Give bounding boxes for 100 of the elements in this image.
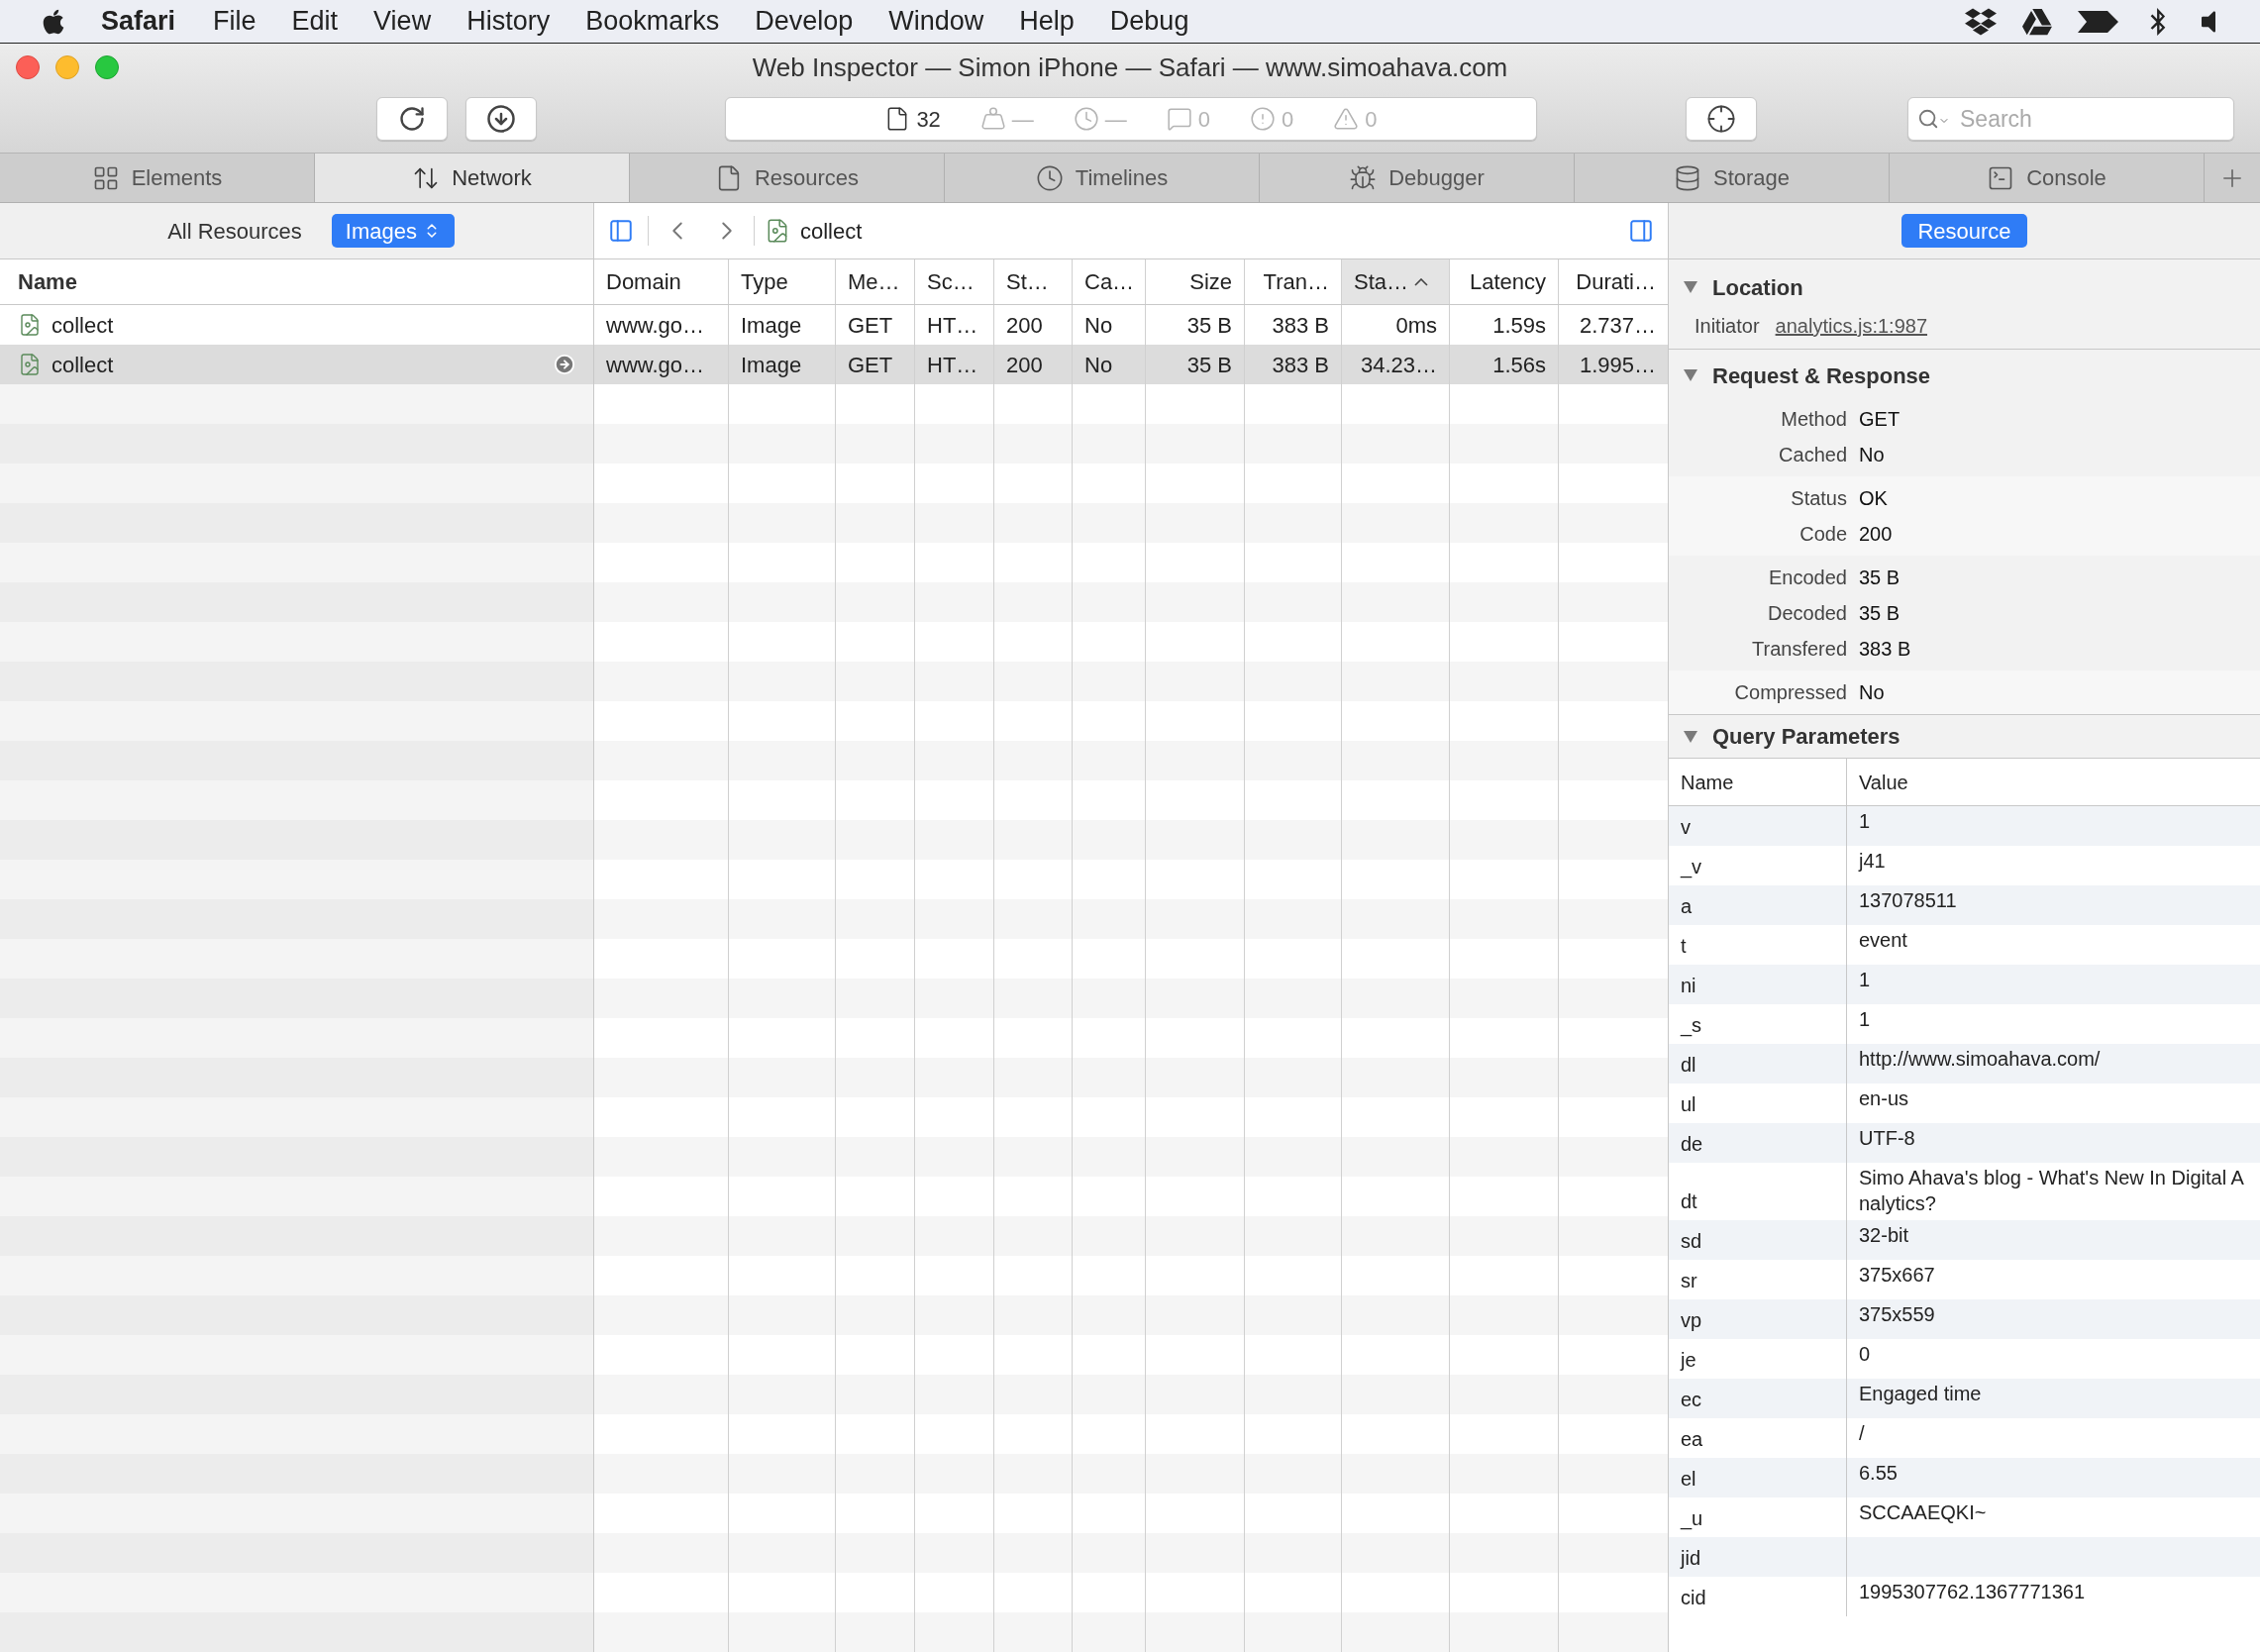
- parameter-value: UTF-8: [1859, 1127, 1915, 1149]
- table-cell-text: www.go…: [606, 351, 705, 379]
- table-row[interactable]: www.go… Image GET HT… 200 No 35 B 383 B 34.23… 1.56s 1.995…: [594, 345, 1668, 384]
- parameter-name: ul: [1681, 1092, 1696, 1117]
- column-header[interactable]: Ca…: [1073, 259, 1146, 304]
- parameter-value: 375x559: [1859, 1303, 1935, 1325]
- parameter-name: vp: [1681, 1308, 1702, 1333]
- indicator-count: 32: [916, 105, 941, 134]
- parameter-name: t: [1681, 934, 1687, 959]
- menu-item[interactable]: File: [213, 1, 257, 42]
- field-value: 383 B: [1859, 637, 1911, 662]
- column-header[interactable]: Latency: [1450, 259, 1559, 304]
- drive-icon[interactable]: [2022, 6, 2052, 37]
- column-header[interactable]: Value: [1847, 759, 2260, 805]
- column-header[interactable]: Me…: [836, 259, 915, 304]
- menu-item[interactable]: History: [466, 1, 551, 42]
- sidebar-toggle-icon[interactable]: [608, 217, 634, 245]
- parameter-value: 0: [1859, 1343, 1871, 1365]
- column-header[interactable]: Type: [729, 259, 836, 304]
- menu-item[interactable]: View: [373, 1, 432, 42]
- field-label: Cached: [1778, 443, 1847, 467]
- table-cell-text: Image: [741, 311, 802, 340]
- breadcrumb[interactable]: collect: [800, 214, 863, 248]
- warning-icon: [1333, 106, 1360, 132]
- field-label: Initiator: [1695, 314, 1760, 339]
- parameter-name: cid: [1681, 1586, 1706, 1610]
- table-cell-text: 35 B: [1186, 311, 1232, 340]
- parameter-name: sr: [1681, 1269, 1697, 1293]
- table-cell-text: 383 B: [1272, 351, 1329, 379]
- table-cell-text: 34.23…: [1360, 351, 1437, 379]
- table-cell-text: HT…: [927, 311, 978, 340]
- section-title[interactable]: Query Parameters: [1712, 720, 1900, 753]
- column-header[interactable]: Size: [1146, 259, 1245, 304]
- indicator-count: —: [1104, 105, 1127, 134]
- table-cell-text: GET: [848, 351, 893, 379]
- disclosure-triangle-icon[interactable]: [1683, 368, 1698, 382]
- column-header[interactable]: Domain: [594, 259, 729, 304]
- parameter-name: dl: [1681, 1053, 1696, 1078]
- menu-item[interactable]: Window: [888, 1, 984, 42]
- parameter-name: a: [1681, 894, 1693, 919]
- field-label: Status: [1790, 486, 1847, 511]
- table-cell-text: 35 B: [1186, 351, 1232, 379]
- menu-item[interactable]: Help: [1019, 1, 1075, 42]
- parameter-value: 1: [1859, 810, 1871, 832]
- inspect-button[interactable]: [1686, 97, 1757, 141]
- reload-icon: [398, 105, 426, 133]
- table-cell-text: 1.995…: [1579, 351, 1656, 379]
- field-label: Encoded: [1768, 566, 1847, 590]
- details-toggle-icon[interactable]: [1628, 217, 1654, 245]
- table-cell-text: Image: [741, 351, 802, 379]
- filter-option[interactable]: All Resources: [154, 214, 316, 248]
- column-header[interactable]: Sc…: [915, 259, 994, 304]
- exclamation-circle-icon: [1250, 106, 1277, 132]
- parameter-value: event: [1859, 929, 1907, 951]
- column-header[interactable]: Sta…: [1342, 259, 1450, 304]
- tab[interactable]: Network: [315, 154, 630, 202]
- filter-option[interactable]: Images: [331, 214, 455, 248]
- close-window-button[interactable]: [16, 55, 40, 79]
- parameter-name: _v: [1681, 855, 1702, 880]
- field-label: Transfered: [1751, 637, 1847, 662]
- table-cell-text: 383 B: [1272, 311, 1329, 340]
- parameter-name: el: [1681, 1467, 1696, 1492]
- disclosure-triangle-icon[interactable]: [1683, 729, 1698, 744]
- menu-item[interactable]: Bookmarks: [585, 1, 720, 42]
- resource-name: collect: [51, 351, 114, 379]
- disclosure-triangle-icon[interactable]: [1683, 280, 1698, 294]
- parameter-name: de: [1681, 1132, 1703, 1157]
- table-cell-text: 1.56s: [1492, 351, 1546, 379]
- column-header[interactable]: St…: [994, 259, 1073, 304]
- parameter-name: ec: [1681, 1388, 1702, 1412]
- resource-name: collect: [51, 311, 114, 340]
- field-value: 35 B: [1859, 601, 1900, 626]
- parameter-name: _s: [1681, 1013, 1702, 1039]
- indicator-count: 0: [1365, 105, 1378, 134]
- parameter-value: j41: [1859, 850, 1886, 872]
- menu-item[interactable]: Develop: [755, 1, 854, 42]
- search-field[interactable]: Search: [1907, 97, 2234, 141]
- image-file-icon: [18, 312, 42, 338]
- zoom-window-button[interactable]: [95, 55, 119, 79]
- double-chevron-icon[interactable]: [2078, 8, 2119, 35]
- initiator-link[interactable]: analytics.js:1:987: [1775, 311, 1927, 341]
- parameter-value: en-us: [1859, 1087, 1909, 1109]
- section-title[interactable]: Location: [1712, 270, 1803, 304]
- menu-item[interactable]: Debug: [1109, 1, 1189, 42]
- window-title: Web Inspector — Simon iPhone — Safari — www.simoahava.com: [752, 51, 1508, 84]
- parameter-value: 1: [1859, 969, 1871, 990]
- resource-tab[interactable]: Resource: [1901, 214, 2027, 248]
- resource-row[interactable]: collect: [0, 345, 593, 384]
- menu-item[interactable]: Safari: [101, 1, 176, 42]
- menu-item[interactable]: Edit: [291, 1, 339, 42]
- download-button[interactable]: [465, 97, 537, 141]
- column-header[interactable]: Name: [1669, 759, 1847, 805]
- parameter-value: 375x667: [1859, 1264, 1935, 1286]
- clock-icon: [1035, 163, 1064, 192]
- parameter-name: sd: [1681, 1229, 1702, 1254]
- table-cell-text: 200: [1006, 311, 1043, 340]
- reload-button[interactable]: [376, 97, 448, 141]
- section-title[interactable]: Request & Response: [1712, 359, 1931, 392]
- parameter-value: http://www.simoahava.com/: [1859, 1048, 2101, 1070]
- clock-icon: [1073, 106, 1099, 132]
